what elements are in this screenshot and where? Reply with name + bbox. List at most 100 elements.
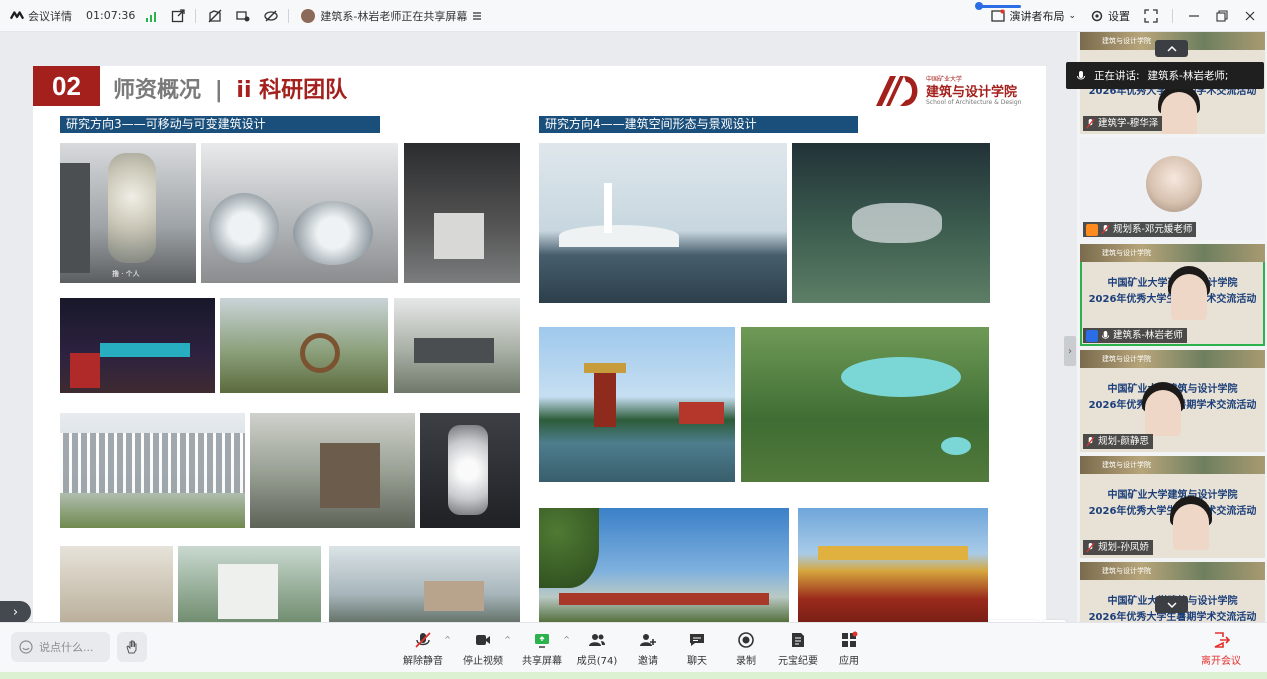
image-detail [60,433,245,493]
participant-name: 建筑系-林岩老师 [1113,330,1183,341]
tool-label: 共享屏幕 [522,656,562,667]
image-detail [424,581,484,611]
slide-title-divider: | [214,78,223,103]
participant-tile[interactable]: 建筑与设计学院 中国矿业大学建筑与设计学院 2026年优秀大学生暑期学术交流活动… [1080,350,1265,452]
unmute-button[interactable]: 解除静音 ^ [395,631,451,667]
presenter-avatar [301,8,316,23]
image-detail [604,183,612,233]
participant-name-tag: 建筑系-林岩老师 [1083,328,1187,343]
annotation-off-icon[interactable] [208,9,222,23]
quick-chat-placeholder: 说点什么... [39,641,94,654]
image-detail [448,425,488,515]
signal-icon[interactable] [145,9,159,23]
settings-label: 设置 [1108,10,1130,23]
caret-up-icon[interactable]: ^ [504,635,511,644]
tile-banner: 建筑与设计学院 [1080,244,1265,262]
collapse-panel-handle[interactable]: › [1064,336,1076,366]
list-icon [473,11,482,20]
members-icon [589,634,605,646]
image-detail [679,402,724,424]
leave-meeting-button[interactable]: 离开会议 [1193,631,1249,667]
participant-name-tag: 规划-孙凤娇 [1083,540,1153,555]
elapsed-time: 01:07:36 [86,9,136,22]
tile-banner-label: 建筑与设计学院 [1102,37,1151,45]
participant-name: 规划-孙凤娇 [1098,542,1149,553]
shared-screen-stage[interactable]: 02 师资概况 | ii 科研团队 中国矿业大学 建筑与设计学院 School … [0,32,1077,642]
minutes-button[interactable]: 元宝纪要 [770,631,826,667]
restore-icon[interactable] [1215,9,1229,23]
minutes-icon [792,633,804,647]
expand-left-button[interactable]: › [0,601,31,623]
image-detail [320,443,380,508]
participant-name: 建筑学-穆华泽 [1098,118,1159,129]
participant-name-tag: 建筑学-穆华泽 [1083,116,1163,131]
image-detail [434,213,484,259]
participant-tile[interactable]: 建筑与设计学院 中国矿业大学建筑与设计学院 2026年优秀大学生暑期学术交流活动… [1080,456,1265,558]
tile-banner: 建筑与设计学院 [1080,350,1265,368]
apps-button[interactable]: 应用 [821,631,877,667]
slide-title: 师资概况 | ii 科研团队 [113,72,347,104]
camera-icon [476,635,490,645]
fullscreen-icon[interactable] [1144,9,1158,23]
image-village-cluster [394,298,520,393]
caret-up-icon[interactable]: ^ [444,635,451,644]
image-detail [539,508,599,588]
tool-label: 元宝纪要 [778,656,818,667]
members-button[interactable]: 成员(74) [569,631,625,667]
slide-subtitle: ii 科研团队 [236,78,348,103]
sharing-status-label: 建筑系-林岩老师正在共享屏幕 [320,9,468,23]
sharing-status[interactable]: 建筑系-林岩老师正在共享屏幕 [301,8,482,24]
mic-icon [1101,331,1110,339]
apps-icon [842,631,858,647]
image-detail [559,225,679,247]
slider-knob[interactable] [975,2,983,10]
tile-banner: 建筑与设计学院 [1080,562,1265,580]
participant-tile[interactable]: 建筑与设计学院 中国矿业大学建筑与设计学院 2026年优秀大学生暑期学术交流活动 [1080,562,1265,622]
top-right-controls: 演讲者布局 ⌄ 设置 [991,0,1257,32]
chevron-down-icon: ⌄ [1068,11,1076,21]
share-screen-button[interactable]: 共享屏幕 ^ [514,631,570,667]
image-detail [300,333,340,373]
tencent-meeting-logo-icon [10,10,24,19]
image-detail [414,338,494,363]
tile-banner: 建筑与设计学院 [1080,456,1265,474]
research-direction-4: 研究方向4——建筑空间形态与景观设计 [539,116,858,133]
participant-name: 规划-颜静思 [1098,436,1149,447]
popout-icon[interactable] [171,8,186,23]
chat-button[interactable]: 聊天 [669,631,725,667]
image-detail [60,163,90,273]
participant-tile-active-speaker[interactable]: 建筑与设计学院 中国矿业大学建筑与设计学院 2026年优秀大学生暑期学术交流活动… [1080,244,1265,346]
stop-video-button[interactable]: 停止视频 ^ [455,631,511,667]
close-icon[interactable] [1243,9,1257,23]
image-capsule-city [201,143,398,283]
scroll-down-button[interactable] [1155,596,1188,613]
slide-title-main: 师资概况 [113,78,202,103]
presenter-layout-button[interactable]: 演讲者布局 ⌄ [991,8,1076,24]
hide-video-icon[interactable] [264,9,279,23]
tool-label: 停止视频 [463,656,503,667]
host-icon [1086,223,1098,236]
image-golden-palace [798,508,988,622]
settings-button[interactable]: 设置 [1090,8,1130,24]
image-detail [108,153,156,263]
record-button[interactable]: 录制 [718,631,774,667]
school-logo-icon [876,76,918,106]
divider [1172,9,1173,23]
tool-label: 解除静音 [403,656,443,667]
image-detail [818,546,968,560]
share-control-icon[interactable] [236,9,250,23]
minimize-icon[interactable] [1187,9,1201,23]
image-detail [941,437,971,455]
quick-chat-input[interactable]: 说点什么... [11,632,110,662]
tool-label: 邀请 [638,656,658,667]
cohost-icon [1086,329,1098,342]
image-detail [841,357,961,397]
meeting-details-button[interactable]: 会议详情 [10,8,72,24]
raise-hand-button[interactable] [117,632,147,662]
mic-muted-icon [1086,436,1095,447]
invite-button[interactable]: 邀请 [620,631,676,667]
participant-tile[interactable]: 规划系-邓元媛老师 [1080,138,1265,240]
leave-label: 离开会议 [1201,656,1241,667]
scroll-up-button[interactable] [1155,40,1188,57]
mic-muted-icon [1086,118,1095,129]
